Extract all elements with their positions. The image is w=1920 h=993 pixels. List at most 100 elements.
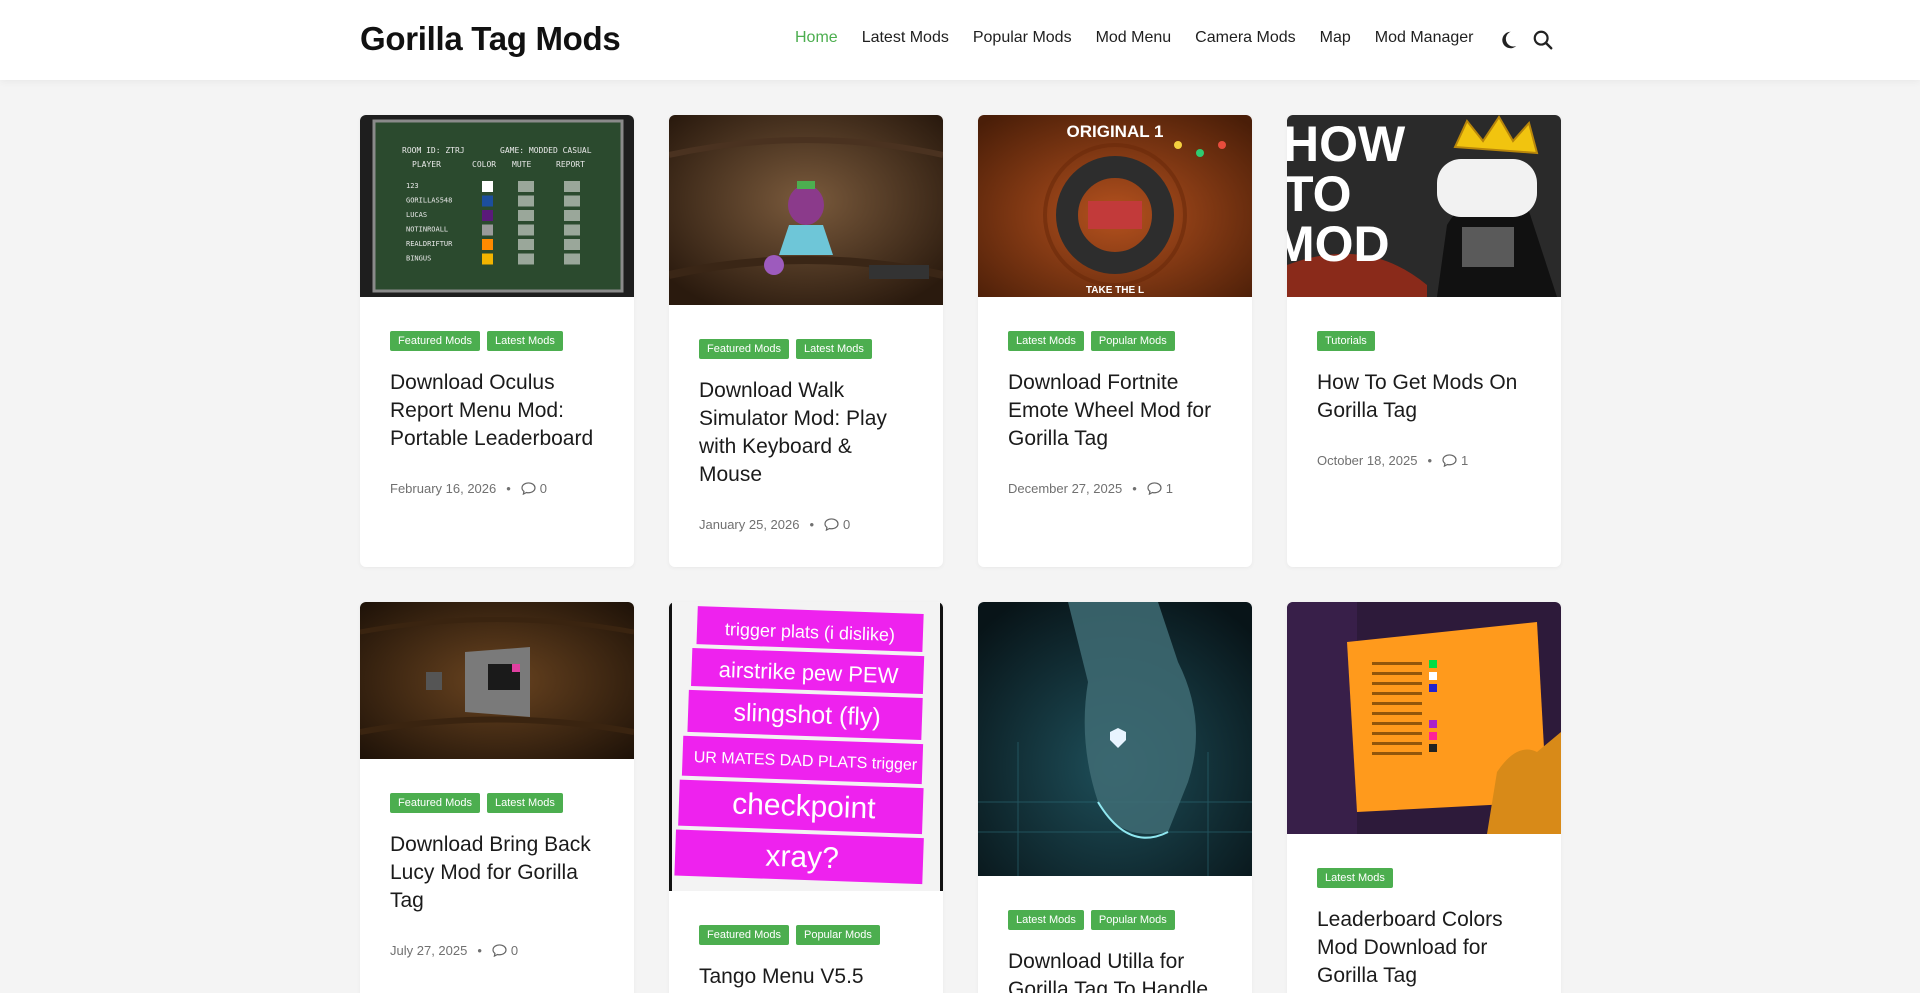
site-logo[interactable]: Gorilla Tag Mods — [360, 20, 621, 58]
post-card[interactable]: HOW TO MOD Tutorials How To Get Mods On … — [1287, 115, 1561, 567]
menu-option: slingshot (fly) — [733, 698, 881, 731]
nav-map[interactable]: Map — [1320, 29, 1351, 47]
post-title[interactable]: Download Fortnite Emote Wheel Mod for Go… — [1008, 369, 1222, 453]
post-card[interactable]: ORIGINAL 1 TAKE THE L Latest Mods Popula… — [978, 115, 1252, 567]
board-report-button — [564, 224, 580, 236]
post-title[interactable]: Download Walk Simulator Mod: Play with K… — [699, 377, 913, 489]
comment-icon[interactable] — [492, 944, 507, 957]
image-caption-line-2: TO — [1287, 166, 1352, 222]
board-player-color — [482, 181, 493, 192]
comment-count[interactable]: 1 — [1166, 481, 1173, 496]
tag-badge[interactable]: Popular Mods — [1090, 331, 1175, 351]
comment-count[interactable]: 0 — [511, 943, 518, 958]
nav-home[interactable]: Home — [795, 29, 838, 47]
post-card[interactable]: Featured Mods Latest Mods Download Bring… — [360, 602, 634, 993]
moon-icon[interactable] — [1497, 29, 1519, 51]
post-card[interactable]: V6 trigger plats (i dislike) airstrike p… — [669, 602, 943, 993]
image-caption-top: ORIGINAL 1 — [1067, 122, 1164, 141]
post-title[interactable]: Tango Menu V5.5 PCVR Download — [699, 963, 913, 993]
board-player-color — [482, 253, 493, 265]
post-card[interactable]: Latest Mods Leaderboard Colors Mod Downl… — [1287, 602, 1561, 993]
comment-icon[interactable] — [1442, 454, 1457, 467]
board-mute-button — [518, 195, 534, 207]
comment-icon[interactable] — [1147, 482, 1162, 495]
search-icon[interactable] — [1532, 29, 1554, 51]
post-thumbnail[interactable] — [1287, 602, 1561, 834]
post-thumbnail[interactable]: HOW TO MOD — [1287, 115, 1561, 297]
tag-badge[interactable]: Latest Mods — [1008, 910, 1084, 930]
tag-badge[interactable]: Tutorials — [1317, 331, 1375, 351]
tag-badge[interactable]: Featured Mods — [699, 339, 789, 359]
tag-badge[interactable]: Latest Mods — [486, 793, 563, 813]
post-date: January 25, 2026 — [699, 517, 800, 532]
post-meta: July 27, 2025 • 0 — [390, 943, 604, 958]
tag-badge[interactable]: Latest Mods — [1008, 331, 1084, 351]
tag-badge[interactable]: Latest Mods — [486, 331, 563, 351]
board-col-color: COLOR — [472, 160, 496, 169]
post-tags: Featured Mods Latest Mods — [390, 793, 604, 813]
meta-separator: • — [809, 517, 815, 532]
post-card[interactable]: Featured Mods Latest Mods Download Walk … — [669, 115, 943, 567]
nav-camera-mods[interactable]: Camera Mods — [1195, 29, 1295, 47]
tag-badge[interactable]: Featured Mods — [390, 793, 480, 813]
tag-badge[interactable]: Featured Mods — [390, 331, 480, 351]
comment-count[interactable]: 1 — [1461, 453, 1468, 468]
emote-wheel-image: ORIGINAL 1 TAKE THE L — [978, 115, 1252, 297]
post-title[interactable]: Download Bring Back Lucy Mod for Gorilla… — [390, 831, 604, 915]
post-title[interactable]: Leaderboard Colors Mod Download for Gori… — [1317, 906, 1531, 990]
meta-separator: • — [1132, 481, 1137, 496]
post-thumbnail[interactable] — [360, 602, 634, 759]
post-thumbnail[interactable]: ROOM ID: ZTRJ GAME: MODDED CASUAL PLAYER… — [360, 115, 634, 297]
board-report-button — [564, 253, 580, 265]
board-col-player: PLAYER — [412, 160, 441, 169]
post-thumbnail[interactable] — [669, 115, 943, 305]
post-card[interactable]: Latest Mods Popular Mods Download Utilla… — [978, 602, 1252, 993]
image-caption-bottom: TAKE THE L — [1086, 285, 1144, 296]
comment-icon[interactable] — [521, 482, 536, 495]
walk-simulator-image — [669, 115, 943, 305]
nav-mod-menu[interactable]: Mod Menu — [1096, 29, 1172, 47]
post-tags: Latest Mods — [1317, 868, 1531, 888]
board-mute-button — [518, 181, 534, 192]
post-tags: Latest Mods Popular Mods — [1008, 910, 1222, 930]
tag-badge[interactable]: Popular Mods — [795, 925, 880, 945]
tag-badge[interactable]: Latest Mods — [795, 339, 872, 359]
nav-popular-mods[interactable]: Popular Mods — [973, 29, 1072, 47]
board-mute-button — [518, 210, 534, 221]
lucy-mod-image — [360, 602, 634, 759]
image-caption-line-1: HOW — [1287, 116, 1406, 172]
comment-count[interactable]: 0 — [843, 517, 850, 532]
tag-badge[interactable]: Featured Mods — [699, 925, 789, 945]
tag-badge[interactable]: Latest Mods — [1317, 868, 1393, 888]
board-player-name: GORILLAS548 — [406, 197, 452, 205]
post-thumbnail[interactable]: V6 trigger plats (i dislike) airstrike p… — [669, 602, 943, 891]
comment-count[interactable]: 0 — [540, 481, 547, 496]
board-player-color — [482, 210, 493, 221]
post-meta: December 27, 2025 • 1 — [1008, 481, 1222, 496]
post-date: February 16, 2026 — [390, 481, 497, 496]
board-mute-button — [518, 253, 534, 265]
board-player-name: BINGUS — [406, 255, 431, 263]
board-player-name: LUCAS — [406, 211, 427, 219]
post-thumbnail[interactable]: ORIGINAL 1 TAKE THE L — [978, 115, 1252, 297]
post-title[interactable]: How To Get Mods On Gorilla Tag — [1317, 369, 1531, 425]
comment-icon[interactable] — [824, 518, 839, 531]
menu-option: xray? — [765, 840, 839, 876]
post-date: October 18, 2025 — [1317, 453, 1418, 468]
board-report-button — [564, 195, 580, 207]
leaderboard-colors-image — [1287, 602, 1561, 834]
post-tags: Featured Mods Latest Mods — [390, 331, 604, 351]
board-mute-button — [518, 239, 534, 250]
post-meta: October 18, 2025 • 1 — [1317, 453, 1531, 468]
post-thumbnail[interactable] — [978, 602, 1252, 876]
post-title[interactable]: Download Utilla for Gorilla Tag To Handl… — [1008, 948, 1222, 993]
post-card[interactable]: ROOM ID: ZTRJ GAME: MODDED CASUAL PLAYER… — [360, 115, 634, 567]
board-game-mode: GAME: MODDED CASUAL — [500, 146, 592, 155]
tag-badge[interactable]: Popular Mods — [1090, 910, 1175, 930]
board-player-name: NOTINROALL — [406, 226, 448, 234]
post-title[interactable]: Download Oculus Report Menu Mod: Portabl… — [390, 369, 604, 453]
board-col-report: REPORT — [556, 160, 585, 169]
nav-latest-mods[interactable]: Latest Mods — [862, 29, 949, 47]
post-meta: February 16, 2026 • 0 — [390, 481, 604, 496]
nav-mod-manager[interactable]: Mod Manager — [1375, 29, 1474, 47]
